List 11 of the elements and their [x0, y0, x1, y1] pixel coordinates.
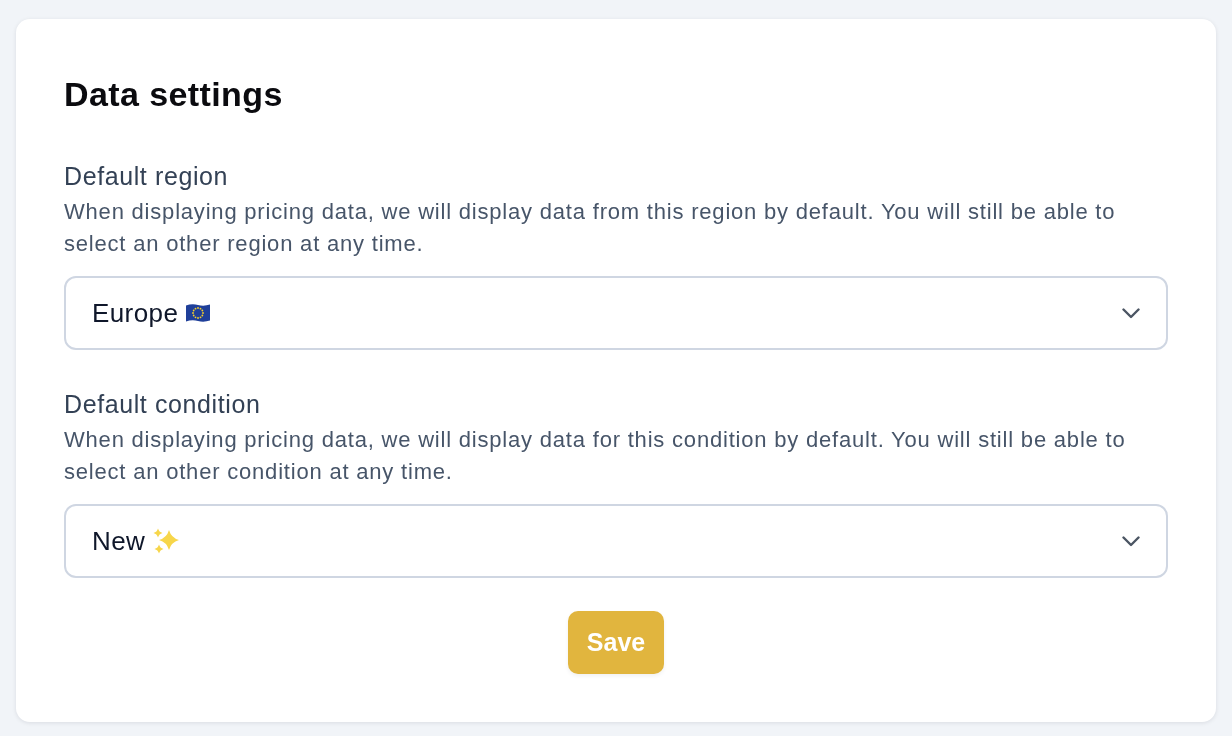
- field-label: Default region: [64, 161, 230, 192]
- field-label: Default condition: [64, 389, 262, 420]
- page-title: Data settings: [64, 74, 284, 114]
- chevron-down-icon: [1122, 307, 1140, 319]
- dropdown-select[interactable]: Europe: [64, 276, 1168, 350]
- field-description: When displaying pricing data, we will display data from this region by default. You will still be able to select an other region at any time.: [64, 198, 1117, 258]
- field-description: When displaying pricing data, we will display data for this condition by default. You will still be able to select an other condition at any time.: [64, 426, 1127, 486]
- flag-icon: [186, 304, 211, 322]
- sparkles-icon: [153, 528, 180, 554]
- chevron-down-icon: [1122, 535, 1140, 547]
- dropdown-select[interactable]: New: [64, 504, 1168, 578]
